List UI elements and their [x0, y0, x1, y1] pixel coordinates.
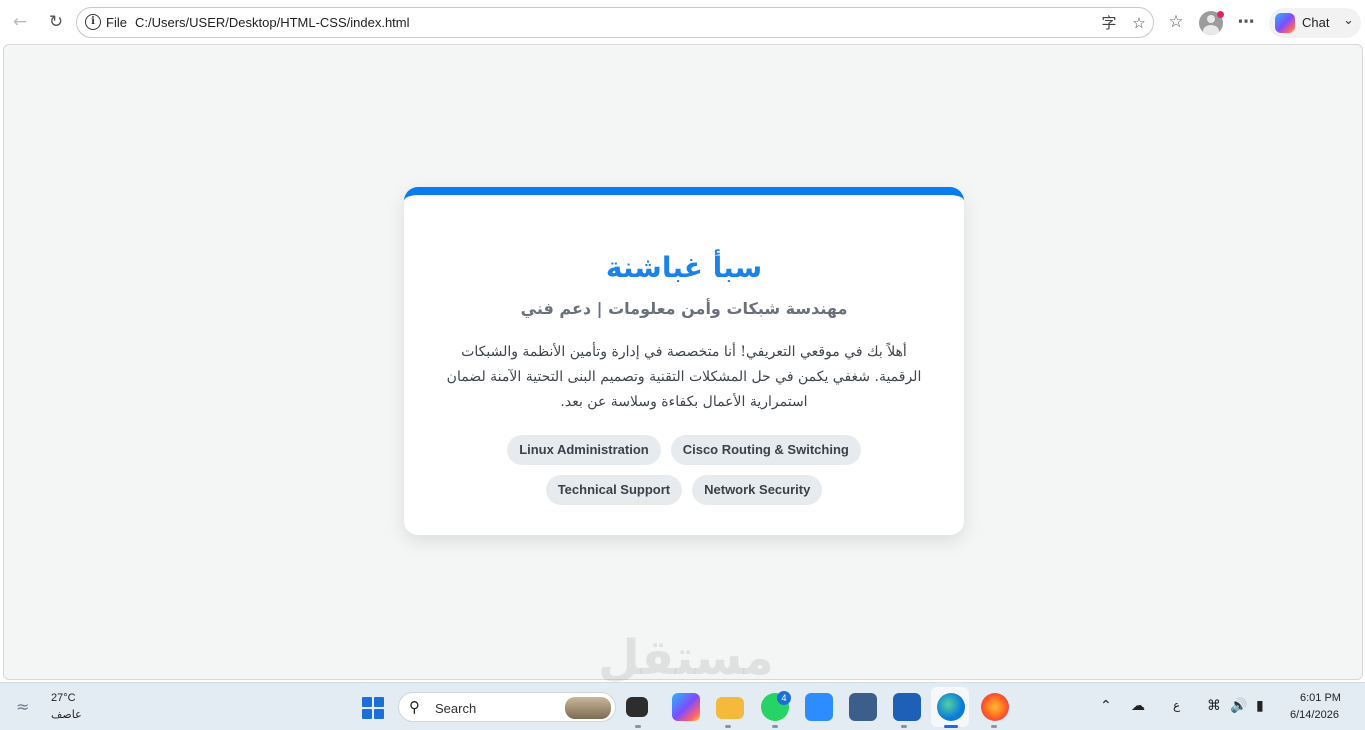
profile-title: مهندسة شبكات وأمن معلومات | دعم فني	[520, 299, 848, 318]
weather-temp[interactable]: 27°C	[51, 692, 76, 704]
clock-date[interactable]: 6/14/2026	[1290, 709, 1339, 721]
search-icon: ⚲	[409, 698, 420, 716]
running-indicator	[944, 725, 958, 728]
favorites-icon[interactable]: ☆	[1163, 9, 1189, 35]
skill-tag: Linux Administration	[507, 435, 661, 465]
chat-button[interactable]: Chat ⌄	[1269, 8, 1361, 38]
refresh-icon[interactable]: ↻	[43, 9, 69, 35]
running-indicator	[901, 725, 907, 728]
skill-tag: Technical Support	[545, 475, 683, 505]
copilot-app-icon[interactable]	[672, 693, 700, 721]
chat-label: Chat	[1302, 15, 1330, 30]
clock-time[interactable]: 6:01 PM	[1300, 692, 1341, 704]
more-options-icon[interactable]: ⋯	[1233, 9, 1259, 35]
zoom-icon[interactable]	[805, 693, 833, 721]
search-highlight-image[interactable]	[565, 697, 611, 719]
info-icon[interactable]: i	[85, 14, 101, 30]
battery-icon[interactable]: ▮	[1256, 698, 1264, 714]
whatsapp-badge: 4	[777, 691, 791, 705]
network-tool-icon[interactable]	[849, 693, 877, 721]
file-manager-icon[interactable]	[626, 697, 648, 717]
running-indicator	[991, 725, 997, 728]
browser-toolbar: ← ↻ i File C:/Users/USER/Desktop/HTML-CS…	[0, 0, 1365, 44]
address-url[interactable]: C:/Users/USER/Desktop/HTML-CSS/index.htm…	[135, 15, 410, 30]
start-icon[interactable]	[362, 697, 384, 719]
running-indicator	[635, 725, 641, 728]
cloud-off-icon[interactable]: ☁	[1131, 698, 1145, 714]
profile-name: سبأ غباشنة	[605, 251, 763, 284]
favorite-star-icon[interactable]: ☆	[1129, 13, 1149, 33]
input-language[interactable]: ع	[1173, 698, 1180, 712]
chevron-up-icon[interactable]: ⌃	[1100, 698, 1112, 714]
chevron-down-icon[interactable]: ⌄	[1343, 13, 1354, 28]
page-viewport: سبأ غباشنة مهندسة شبكات وأمن معلومات | د…	[3, 44, 1363, 680]
firefox-icon[interactable]	[981, 693, 1009, 721]
address-scheme: File	[106, 15, 127, 30]
translate-icon[interactable]: 字	[1099, 13, 1119, 33]
taskbar: ≈ 27°C عاصف ⚲ Search 4 ⌃ ☁ ع ⌘ 🔊 ▮ 6:01 …	[0, 682, 1365, 730]
taskbar-search[interactable]: ⚲ Search	[398, 692, 616, 722]
weather-wind-icon[interactable]: ≈	[16, 697, 42, 717]
running-indicator	[725, 725, 731, 728]
running-indicator	[772, 725, 778, 728]
weather-desc[interactable]: عاصف	[51, 708, 82, 721]
skill-tag: Network Security	[692, 475, 823, 505]
copilot-icon	[1275, 13, 1295, 33]
search-placeholder: Search	[435, 701, 477, 716]
notification-dot	[1217, 11, 1224, 18]
store-icon[interactable]	[893, 693, 921, 721]
skill-tag: Cisco Routing & Switching	[670, 435, 861, 465]
profile-bio: أهلاً بك في موقعي التعريفي! أنا متخصصة ف…	[446, 344, 922, 410]
edge-icon[interactable]	[937, 693, 965, 721]
back-arrow-icon[interactable]: ←	[7, 9, 33, 35]
file-explorer-icon[interactable]	[716, 697, 744, 719]
volume-icon[interactable]: 🔊	[1230, 698, 1247, 714]
address-bar[interactable]: i File C:/Users/USER/Desktop/HTML-CSS/in…	[76, 7, 1154, 38]
watermark-logo: مستقل	[598, 630, 774, 686]
profile-card: سبأ غباشنة مهندسة شبكات وأمن معلومات | د…	[404, 187, 964, 535]
skills-list: Cisco Routing & Switching Linux Administ…	[474, 435, 894, 505]
wifi-icon[interactable]: ⌘	[1207, 698, 1221, 714]
